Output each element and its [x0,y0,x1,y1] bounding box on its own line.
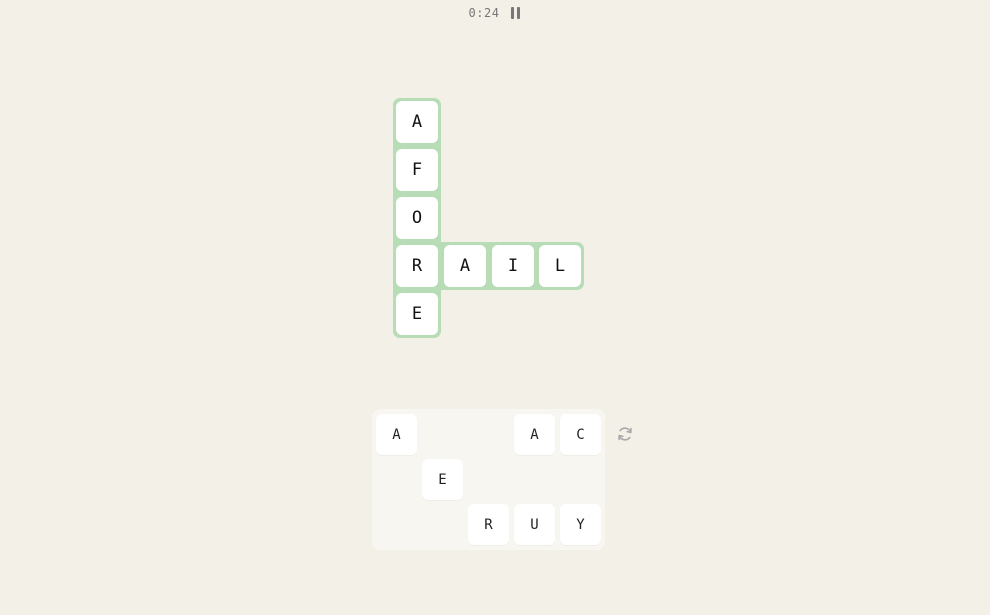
rack-tile[interactable]: E [422,459,463,500]
shuffle-icon[interactable] [615,424,635,444]
board-tile[interactable]: I [492,245,534,287]
board-tile[interactable]: A [444,245,486,287]
letter-rack: A A C E R U Y [372,409,605,550]
rack-tile[interactable]: U [514,504,555,545]
board-tile[interactable]: A [396,101,438,143]
rack-tile[interactable]: A [514,414,555,455]
game-screen: 0:24 A F O R E A I L A A C E R U Y [0,0,990,615]
rack-tile[interactable]: Y [560,504,601,545]
rack-tile[interactable]: A [376,414,417,455]
pause-icon[interactable] [509,6,521,20]
board-tile[interactable]: R [396,245,438,287]
board-tile[interactable]: F [396,149,438,191]
board-tile[interactable]: O [396,197,438,239]
board-tile[interactable]: E [396,293,438,335]
board-tile[interactable]: L [539,245,581,287]
rack-tile[interactable]: R [468,504,509,545]
header: 0:24 [0,4,990,22]
rack-tile[interactable]: C [560,414,601,455]
timer: 0:24 [468,6,500,20]
